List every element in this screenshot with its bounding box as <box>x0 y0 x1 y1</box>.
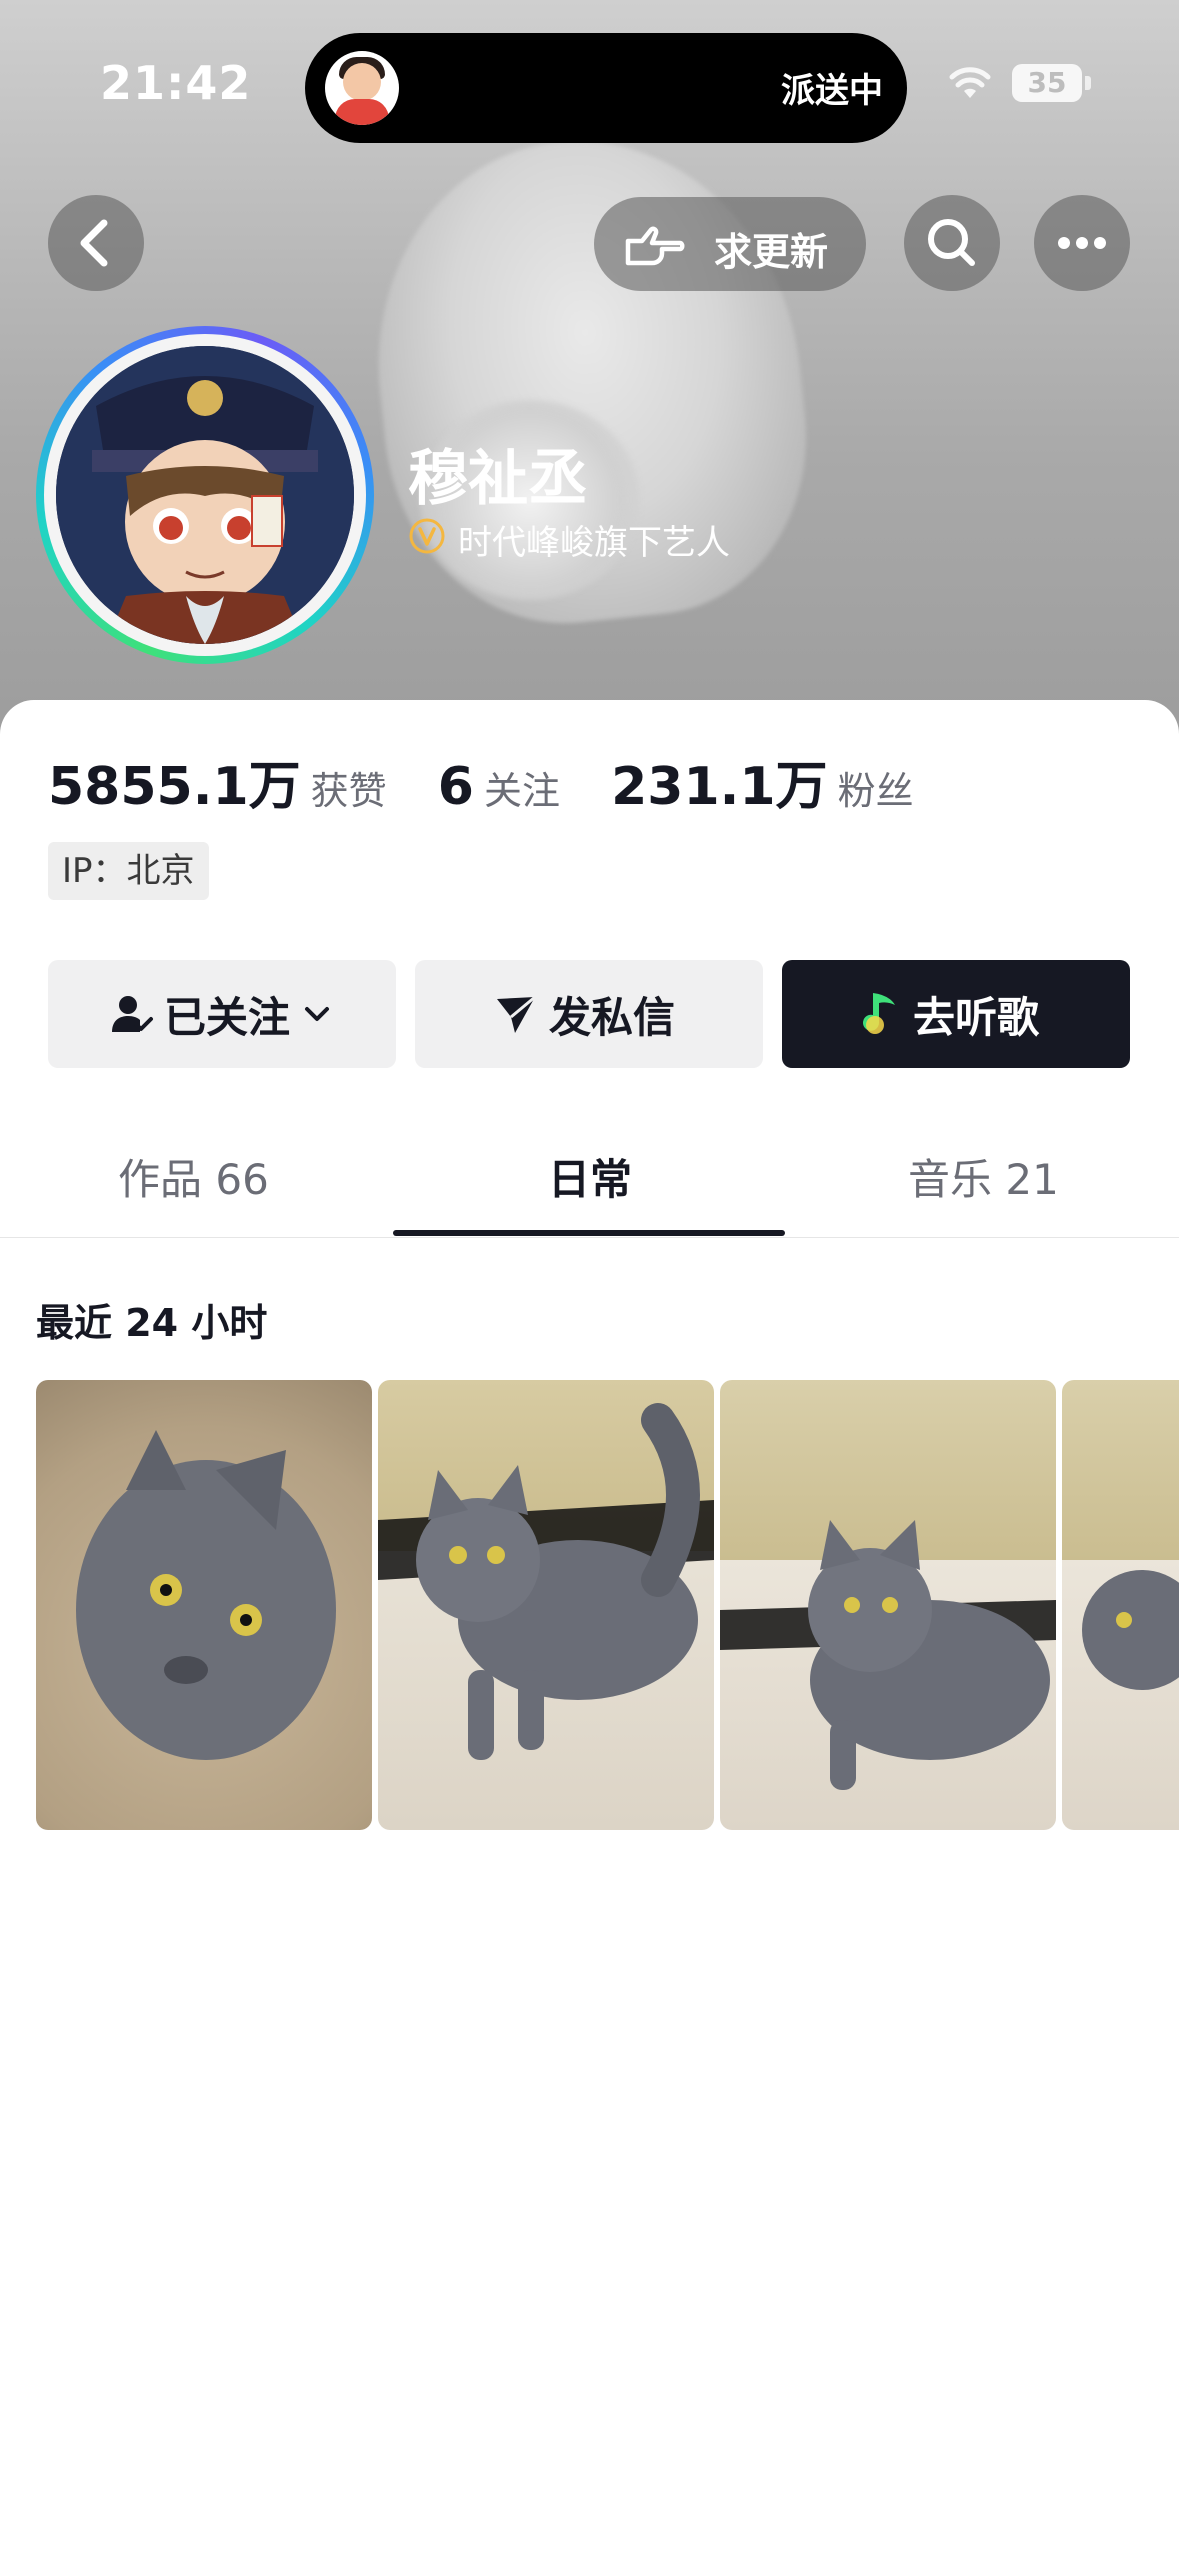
paper-plane-icon <box>496 995 536 1033</box>
profile-stats: 5855.1万 获赞 6 关注 231.1万 粉丝 <box>48 744 960 817</box>
daily-thumbnail[interactable] <box>378 1380 714 1830</box>
active-tab-indicator <box>393 1230 785 1236</box>
daily-thumbnail[interactable] <box>1062 1380 1179 1830</box>
send-message-button[interactable]: 发私信 <box>415 960 763 1068</box>
battery-indicator: 35 <box>1012 64 1082 102</box>
pointing-hand-icon <box>625 226 685 266</box>
more-options-button[interactable] <box>1034 195 1130 291</box>
listen-music-button[interactable]: 去听歌 <box>782 960 1130 1068</box>
ip-location-tag: IP：北京 <box>48 842 209 900</box>
tab-music[interactable]: 音乐 21 <box>908 1146 1059 1207</box>
section-title: 最近 24 小时 <box>36 1301 268 1345</box>
stat-followers-label: 粉丝 <box>837 769 914 813</box>
daily-thumbnails <box>36 1380 1179 1830</box>
stat-following-label: 关注 <box>483 769 560 813</box>
daily-thumbnail[interactable] <box>36 1380 372 1830</box>
island-status-text: 派送中 <box>781 71 883 111</box>
search-button[interactable] <box>904 195 1000 291</box>
avatar-image <box>56 346 354 644</box>
content-tabs: 作品 66 日常 音乐 21 <box>0 1120 1179 1238</box>
stat-likes-value: 5855.1万 <box>48 757 301 817</box>
stat-likes[interactable]: 5855.1万 获赞 <box>48 744 387 819</box>
profile-name: 穆祉丞 <box>408 444 588 514</box>
music-note-icon <box>862 993 895 1034</box>
stat-followers[interactable]: 231.1万 粉丝 <box>611 744 914 819</box>
profile-avatar[interactable] <box>36 326 374 664</box>
verification-text: 时代峰峻旗下艺人 <box>458 523 730 563</box>
following-button[interactable]: 已关注 <box>48 960 396 1068</box>
battery-level: 35 <box>1027 66 1067 99</box>
verified-badge-icon <box>409 518 445 554</box>
request-update-button[interactable]: 求更新 <box>594 197 866 291</box>
more-dots-icon <box>1058 237 1106 249</box>
wifi-icon <box>949 67 991 98</box>
send-message-label: 发私信 <box>548 992 675 1042</box>
tab-daily[interactable]: 日常 <box>548 1146 632 1207</box>
daily-thumbnail[interactable] <box>720 1380 1056 1830</box>
stat-followers-value: 231.1万 <box>611 757 828 817</box>
status-time: 21:42 <box>100 56 252 110</box>
request-update-label: 求更新 <box>714 230 829 274</box>
profile-content-card: 5855.1万获赞 6关注 231.1万粉丝 IP：北京 已关注 发私信 <box>0 700 1179 2556</box>
chevron-left-icon <box>80 219 108 267</box>
back-button[interactable] <box>48 195 144 291</box>
stat-following-value: 6 <box>437 757 474 817</box>
listen-music-label: 去听歌 <box>912 992 1039 1042</box>
search-icon <box>928 219 975 266</box>
stat-likes-label: 获赞 <box>310 769 387 813</box>
dynamic-island[interactable]: 派送中 <box>305 33 907 143</box>
following-label: 已关注 <box>163 992 290 1042</box>
user-check-icon <box>111 996 153 1032</box>
tab-works[interactable]: 作品 66 <box>118 1146 269 1207</box>
stat-following[interactable]: 6 关注 <box>438 757 560 817</box>
delivery-avatar <box>325 51 399 125</box>
chevron-down-icon <box>305 1007 329 1021</box>
battery-nub <box>1085 76 1091 90</box>
